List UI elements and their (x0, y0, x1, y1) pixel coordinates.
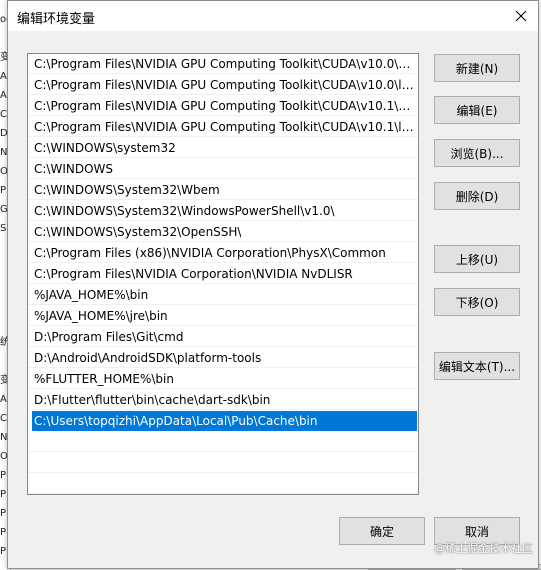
path-list-item[interactable]: D:\Android\AndroidSDK\platform-tools (28, 348, 418, 368)
edit-environment-variable-dialog: 编辑环境变量 C:\Program Files\NVIDIA GPU Compu… (7, 0, 539, 569)
path-list-item-text: D:\Flutter\flutter\bin\cache\dart-sdk\bi… (34, 393, 271, 407)
path-list-item-text: C:\Program Files (x86)\NVIDIA Corporatio… (34, 246, 386, 260)
path-list-item[interactable]: C:\WINDOWS\System32\WindowsPowerShell\v1… (28, 201, 418, 221)
background-text-fragment: A (0, 90, 7, 101)
edit-button[interactable]: 编辑(E) (434, 96, 520, 124)
path-list-item-text: D:\Program Files\Git\cmd (34, 330, 184, 344)
path-list-item-text: C:\Users\topqizhi\AppData\Local\Pub\Cach… (34, 414, 318, 428)
path-list-item[interactable]: C:\Program Files\NVIDIA GPU Computing To… (28, 96, 418, 116)
path-list-item[interactable]: C:\Program Files\NVIDIA Corporation\NVID… (28, 264, 418, 284)
new-button[interactable]: 新建(N) (434, 54, 520, 82)
path-list-item[interactable]: D:\Program Files\Git\cmd (28, 327, 418, 347)
background-text-fragment: P (0, 508, 7, 519)
background-text-fragment: P (0, 185, 7, 196)
background-text-fragment: C (0, 109, 7, 120)
background-text-fragment: A (0, 394, 7, 405)
dialog-title: 编辑环境变量 (17, 12, 96, 27)
path-list-item[interactable]: C:\Program Files\NVIDIA GPU Computing To… (28, 117, 418, 137)
ok-button[interactable]: 确定 (339, 517, 425, 545)
move-up-button[interactable]: 上移(U) (434, 245, 520, 273)
path-list-item-text: C:\WINDOWS\System32\Wbem (34, 183, 220, 197)
path-list-item[interactable]: C:\WINDOWS\System32\OpenSSH\ (28, 222, 418, 242)
browse-button[interactable]: 浏览(B)... (434, 139, 520, 167)
background-text-fragment: P (0, 470, 7, 481)
path-list-item-text: D:\Android\AndroidSDK\platform-tools (34, 351, 262, 365)
path-list-item[interactable]: C:\Program Files\NVIDIA GPU Computing To… (28, 54, 418, 74)
watermark: @稀土掘金技术社区 (434, 542, 533, 555)
background-text-fragment: P (0, 527, 7, 538)
background-text-fragment: S (0, 223, 7, 234)
screen: oo变AACDNOPGS统变ACNOPPPPP 编辑环境变量 C:\Progra… (0, 0, 541, 570)
path-list-item[interactable]: C:\Program Files\NVIDIA GPU Computing To… (28, 75, 418, 95)
close-icon (515, 10, 527, 22)
path-list-empty-row[interactable] (28, 453, 418, 473)
path-list-item[interactable]: C:\WINDOWS\system32 (28, 138, 418, 158)
move-down-button[interactable]: 下移(O) (434, 288, 520, 316)
background-text-fragment: P (0, 489, 7, 500)
path-list-item[interactable]: %JAVA_HOME%\jre\bin (28, 306, 418, 326)
path-list-item[interactable]: C:\WINDOWS\System32\Wbem (28, 180, 418, 200)
path-list-item[interactable]: D:\Flutter\flutter\bin\cache\dart-sdk\bi… (28, 390, 418, 410)
path-list-empty-row[interactable] (28, 432, 418, 452)
path-list-item[interactable]: %JAVA_HOME%\bin (28, 285, 418, 305)
path-list-item[interactable]: C:\Users\topqizhi\AppData\Local\Pub\Cach… (32, 411, 417, 431)
path-list-item-text: C:\Program Files\NVIDIA GPU Computing To… (34, 57, 414, 71)
title-bar: 编辑环境变量 (8, 1, 538, 31)
path-list-item[interactable]: C:\Program Files (x86)\NVIDIA Corporatio… (28, 243, 418, 263)
background-text-fragment: P (0, 546, 7, 557)
path-list-item-text: %JAVA_HOME%\bin (34, 288, 149, 302)
delete-button[interactable]: 删除(D) (434, 182, 520, 210)
edit-text-button[interactable]: 编辑文本(T)... (434, 352, 520, 380)
background-text-fragment: C (0, 413, 7, 424)
path-list-item[interactable]: C:\WINDOWS (28, 159, 418, 179)
path-list-item-text: C:\WINDOWS (34, 162, 114, 176)
path-list-item-text: C:\WINDOWS\system32 (34, 141, 176, 155)
path-list-empty-row[interactable] (28, 474, 418, 494)
path-list-item-text: C:\WINDOWS\System32\WindowsPowerShell\v1… (34, 204, 335, 218)
path-list-item-text: C:\Program Files\NVIDIA GPU Computing To… (34, 78, 414, 92)
path-list-item-text: C:\Program Files\NVIDIA GPU Computing To… (34, 120, 414, 134)
close-button[interactable] (504, 1, 538, 31)
path-list-item-text: C:\Program Files\NVIDIA Corporation\NVID… (34, 267, 353, 281)
path-list-item-text: C:\Program Files\NVIDIA GPU Computing To… (34, 99, 414, 113)
path-list-item-text: %JAVA_HOME%\jre\bin (34, 309, 168, 323)
path-list-item-text: %FLUTTER_HOME%\bin (34, 372, 174, 386)
path-list-item-text: C:\WINDOWS\System32\OpenSSH\ (34, 225, 242, 239)
background-text-fragment: A (0, 71, 7, 82)
path-list-item[interactable]: %FLUTTER_HOME%\bin (28, 369, 418, 389)
path-list[interactable]: C:\Program Files\NVIDIA GPU Computing To… (27, 53, 419, 495)
